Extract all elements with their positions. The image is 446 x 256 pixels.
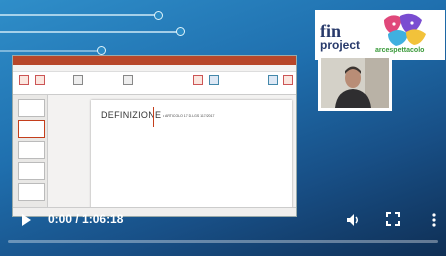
fullscreen-icon[interactable] (386, 212, 400, 226)
ribbon-button[interactable] (19, 75, 29, 85)
decorative-line (0, 50, 100, 52)
slide-thumbnail-active[interactable] (18, 120, 45, 138)
ribbon-button[interactable] (283, 75, 293, 85)
ribbon-button[interactable] (35, 75, 45, 85)
ribbon-button[interactable] (193, 75, 203, 85)
ribbon-button[interactable] (123, 75, 133, 85)
volume-icon[interactable] (345, 212, 361, 228)
spettacolo-logo-text: arcespettacolo (375, 47, 425, 54)
decorative-line (0, 14, 160, 16)
progress-bar[interactable] (8, 240, 438, 243)
ribbon-button[interactable] (73, 75, 83, 85)
ppt-ribbon[interactable] (13, 72, 296, 95)
slide-subtitle: • ARTICOLO 17 D.LGS 117/2017 (163, 114, 215, 118)
decorative-line (0, 31, 180, 33)
ribbon-button[interactable] (209, 75, 219, 85)
decorative-dot (97, 46, 106, 55)
player-controls: 0:00 / 1:06:18 (0, 208, 446, 232)
slide-title-divider (153, 107, 154, 127)
fin-project-logo: fin project (320, 21, 361, 52)
video-player[interactable]: fin project arcespettacolo DEFINIZIONE •… (0, 0, 446, 256)
time-display: 0:00 / 1:06:18 (48, 212, 123, 226)
current-time: 0:00 (48, 212, 73, 226)
powerpoint-window[interactable]: DEFINIZIONE • ARTICOLO 17 D.LGS 117/2017 (12, 55, 297, 217)
duration: 1:06:18 (82, 212, 124, 226)
slide-canvas[interactable]: DEFINIZIONE • ARTICOLO 17 D.LGS 117/2017 (91, 100, 292, 213)
ribbon-button[interactable] (268, 75, 278, 85)
slide-thumbnail[interactable] (18, 162, 45, 180)
slide-thumbnail[interactable] (18, 183, 45, 201)
slide-thumbnail[interactable] (18, 141, 45, 159)
more-icon[interactable] (430, 212, 438, 228)
ppt-menubar[interactable] (13, 65, 296, 72)
ppt-titlebar (13, 56, 296, 65)
webcam-feed (321, 58, 389, 108)
slide-thumbnail[interactable] (18, 99, 45, 117)
decorative-dot (154, 11, 163, 20)
time-separator: / (72, 212, 83, 226)
presenter-image (321, 58, 389, 108)
play-icon[interactable] (22, 214, 31, 226)
decorative-dot (176, 27, 185, 36)
slide-thumbnail-panel[interactable] (13, 95, 48, 208)
